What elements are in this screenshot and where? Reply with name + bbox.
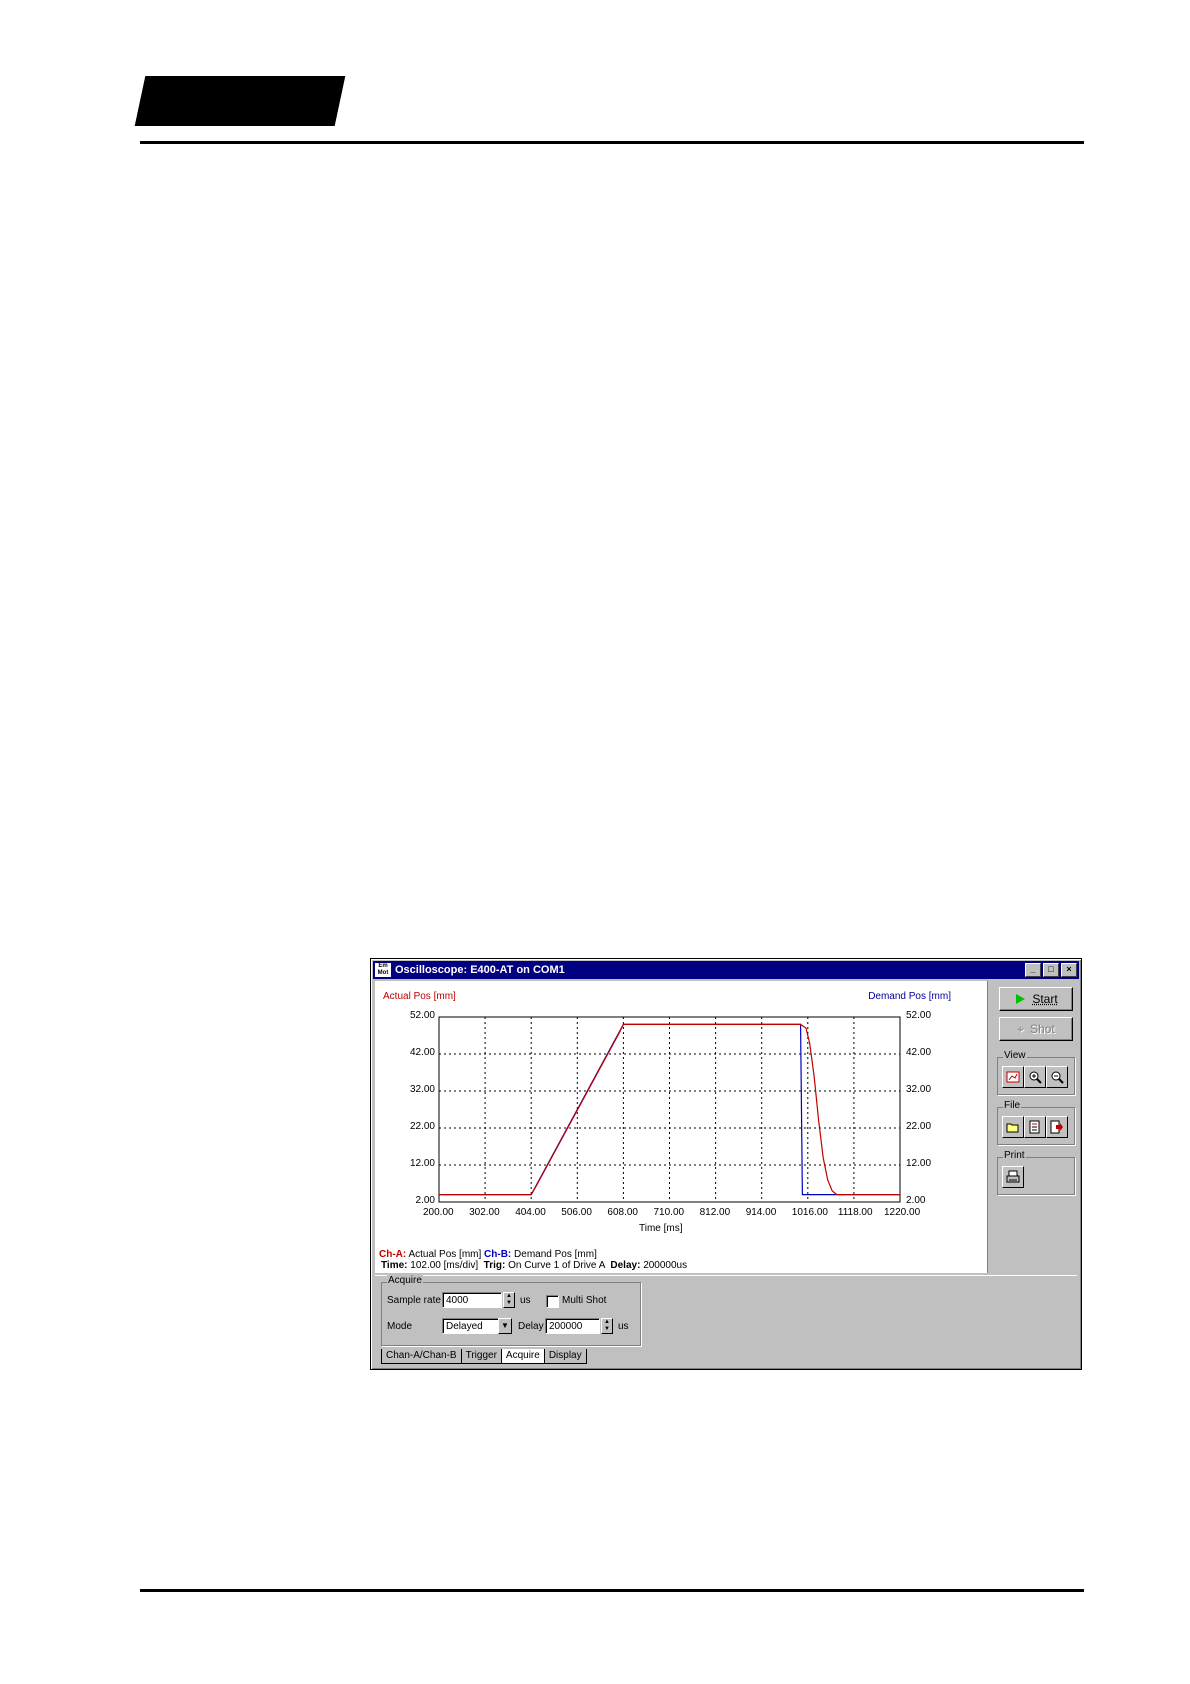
multi-shot-label: Multi Shot [562, 1295, 607, 1306]
series-actual-pos [439, 1023, 900, 1196]
y-tick-label-right: 22.00 [906, 1121, 932, 1132]
sidebar: Start ⌖ Shot View File Print [989, 981, 1077, 1273]
start-label: Start [1032, 992, 1058, 1006]
view-group: View [997, 1050, 1075, 1095]
sample-rate-unit: us [520, 1295, 531, 1306]
x-tick-label: 200.00 [423, 1207, 454, 1218]
plot-frame [438, 1016, 901, 1203]
close-button[interactable]: × [1061, 963, 1077, 977]
app-icon: Em Mot [375, 963, 391, 977]
series-demand-pos [439, 1023, 900, 1196]
trig-tag: Trig: [483, 1260, 506, 1271]
header-rule [140, 141, 1084, 144]
x-axis-title: Time [ms] [639, 1223, 683, 1234]
delay-spinner[interactable]: ▲ ▼ [601, 1318, 613, 1334]
delay-tag: Delay: [610, 1260, 641, 1271]
maximize-button[interactable]: □ [1043, 963, 1059, 977]
x-tick-label: 404.00 [515, 1207, 546, 1218]
mode-select[interactable]: Delayed [442, 1318, 502, 1334]
acquire-panel: Acquire Sample rate 4000 ▲ ▼ us Multi Sho… [375, 1275, 1077, 1346]
file-group: File [997, 1100, 1075, 1145]
acquire-group: Acquire Sample rate 4000 ▲ ▼ us Multi Sho… [381, 1275, 641, 1346]
x-tick-label: 1118.00 [837, 1207, 873, 1218]
title-bar[interactable]: Em Mot Oscilloscope: E400-AT on COM1 _ □… [373, 961, 1079, 979]
open-folder-icon[interactable] [1002, 1116, 1024, 1138]
delay-info-value: 200000us [643, 1260, 688, 1271]
x-tick-label: 812.00 [699, 1207, 731, 1218]
channel-legend: Ch-A: Actual Pos [mm] Ch-B: Demand Pos [… [379, 1249, 597, 1260]
file-label: File [1003, 1100, 1022, 1111]
tab-display[interactable]: Display [543, 1349, 587, 1364]
y-tick-label-left: 22.00 [409, 1121, 435, 1132]
y-tick-label-left: 2.00 [415, 1195, 435, 1206]
shot-button[interactable]: ⌖ Shot [999, 1017, 1073, 1041]
trig-value: On Curve 1 of Drive A [508, 1260, 605, 1271]
x-tick-label: 506.00 [561, 1207, 592, 1218]
delay-input[interactable]: 200000 [545, 1318, 600, 1334]
y-tick-label-left: 32.00 [409, 1084, 435, 1095]
y-tick-label-right: 42.00 [906, 1047, 932, 1058]
minimize-button[interactable]: _ [1025, 963, 1041, 977]
x-tick-label: 1016.00 [791, 1207, 828, 1218]
header-block [134, 76, 346, 126]
sample-rate-label: Sample rate [387, 1295, 441, 1306]
acquire-group-label: Acquire [387, 1275, 423, 1286]
plot-panel: Actual Pos [mm] Demand Pos [mm] 200.00 30… [375, 981, 988, 1273]
x-tick-label: 914.00 [745, 1207, 777, 1218]
save-icon[interactable] [1024, 1116, 1046, 1138]
cha-tag: Ch-A: [379, 1249, 407, 1260]
cha-desc: Actual Pos [mm] [408, 1249, 482, 1260]
sample-rate-input[interactable]: 4000 [442, 1292, 502, 1308]
y-tick-label-right: 12.00 [906, 1158, 932, 1169]
tab-strip: Chan-A/Chan-B Trigger Acquire Display [381, 1349, 587, 1365]
delay-label: Delay [518, 1321, 544, 1332]
y-tick-label-right: 32.00 [906, 1084, 932, 1095]
print-group: Print [997, 1150, 1075, 1195]
view-label: View [1003, 1050, 1027, 1061]
start-button[interactable]: Start [999, 987, 1073, 1011]
zoom-out-icon[interactable] [1046, 1066, 1068, 1088]
oscilloscope-chart [438, 1016, 901, 1203]
window-title: Oscilloscope: E400-AT on COM1 [395, 964, 565, 976]
export-icon[interactable] [1046, 1116, 1068, 1138]
time-tag: Time: [381, 1260, 408, 1271]
sample-rate-spinner[interactable]: ▲ ▼ [503, 1292, 515, 1308]
chb-tag: Ch-B: [484, 1249, 512, 1260]
oscilloscope-window: Em Mot Oscilloscope: E400-AT on COM1 _ □… [370, 958, 1082, 1370]
timebase-info: Time: 102.00 [ms/div] Trig: On Curve 1 o… [381, 1260, 687, 1271]
multi-shot-checkbox[interactable] [546, 1295, 559, 1308]
mode-label: Mode [387, 1321, 413, 1332]
footer-rule [140, 1589, 1084, 1592]
y-tick-label-left: 52.00 [409, 1010, 435, 1021]
y-tick-label-right: 52.00 [906, 1010, 932, 1021]
time-value: 102.00 [ms/div] [410, 1260, 479, 1271]
chb-desc: Demand Pos [mm] [514, 1249, 597, 1260]
tab-acquire[interactable]: Acquire [500, 1349, 545, 1364]
x-tick-label: 608.00 [607, 1207, 638, 1218]
print-label: Print [1003, 1150, 1026, 1161]
chevron-down-icon[interactable]: ▼ [498, 1318, 512, 1334]
y-tick-label-right: 2.00 [906, 1195, 926, 1206]
play-icon [1016, 994, 1026, 1004]
zoom-in-icon[interactable] [1024, 1066, 1046, 1088]
tab-chan-a-chan-b[interactable]: Chan-A/Chan-B [381, 1349, 462, 1364]
crosshair-icon: ⌖ [1017, 1021, 1025, 1036]
y-tick-label-left: 12.00 [409, 1158, 435, 1169]
shot-label: Shot [1030, 1022, 1055, 1036]
x-tick-label: 1220.00 [884, 1207, 921, 1218]
tab-trigger[interactable]: Trigger [460, 1349, 502, 1364]
print-icon[interactable] [1002, 1166, 1024, 1188]
x-tick-label: 302.00 [469, 1207, 500, 1218]
delay-unit: us [618, 1321, 629, 1332]
chart-view-icon[interactable] [1002, 1066, 1024, 1088]
x-tick-label: 710.00 [653, 1207, 685, 1218]
y-tick-label-left: 42.00 [409, 1047, 435, 1058]
